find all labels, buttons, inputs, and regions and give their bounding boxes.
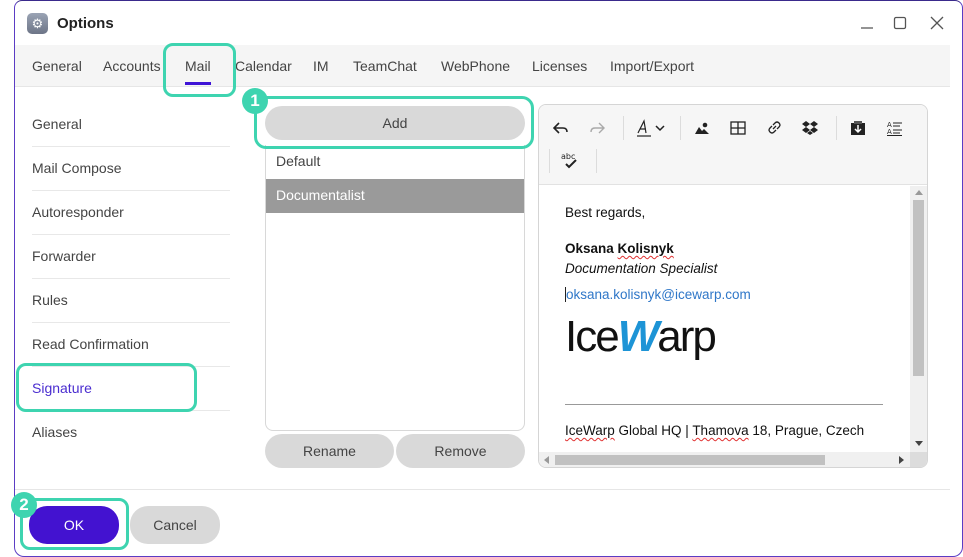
sidebar-item-aliases[interactable]: Aliases: [32, 411, 230, 455]
svg-text:abc: abc: [561, 152, 575, 161]
tab-calendar[interactable]: Calendar: [235, 58, 292, 74]
dropbox-icon: [802, 121, 818, 135]
step-badge-2: 2: [11, 492, 37, 518]
remove-button[interactable]: Remove: [396, 434, 525, 468]
insert-table-button[interactable]: [726, 116, 750, 140]
image-icon: [695, 122, 709, 134]
minimize-button[interactable]: [855, 11, 879, 35]
toolbar-separator: [596, 149, 597, 173]
archive-download-button[interactable]: [846, 116, 870, 140]
greeting-text: Best regards,: [565, 205, 646, 220]
font-color-dropdown[interactable]: [652, 116, 668, 140]
insert-image-button[interactable]: [690, 116, 714, 140]
sidebar-item-autoresponder[interactable]: Autoresponder: [32, 191, 230, 235]
maximize-button[interactable]: [888, 11, 912, 35]
title-bar: ⚙ Options: [15, 1, 962, 45]
dropbox-button[interactable]: [798, 116, 822, 140]
sidebar: General Mail Compose Autoresponder Forwa…: [32, 103, 230, 455]
gear-icon: ⚙: [27, 13, 48, 34]
toolbar-separator: [623, 116, 624, 140]
signature-email-link[interactable]: oksana.kolisnyk@icewarp.com: [565, 287, 751, 302]
toolbar-separator: [549, 149, 550, 173]
close-button[interactable]: [925, 11, 949, 35]
spellcheck-button[interactable]: abc: [558, 149, 582, 173]
toolbar-separator: [836, 116, 837, 140]
redo-button[interactable]: [585, 116, 609, 140]
sidebar-item-signature[interactable]: Signature: [32, 367, 230, 411]
undo-button[interactable]: [549, 116, 573, 140]
sidebar-item-forwarder[interactable]: Forwarder: [32, 235, 230, 279]
signature-divider: [565, 404, 883, 405]
tab-import-export[interactable]: Import/Export: [610, 58, 694, 74]
chevron-down-icon: [655, 125, 665, 132]
scroll-left-icon[interactable]: [544, 456, 549, 464]
step-badge-1: 1: [242, 88, 268, 114]
link-icon: [768, 121, 781, 134]
sidebar-item-read-confirmation[interactable]: Read Confirmation: [32, 323, 230, 367]
tab-webphone[interactable]: WebPhone: [441, 58, 510, 74]
svg-text:A: A: [887, 128, 892, 136]
text-format-button[interactable]: AA: [883, 116, 907, 140]
table-icon: [730, 121, 746, 135]
font-color-icon: [637, 119, 651, 137]
tab-mail[interactable]: Mail: [185, 58, 211, 85]
signature-name: Oksana Kolisnyk: [565, 241, 674, 256]
insert-link-button[interactable]: [762, 116, 786, 140]
signature-address: IceWarp Global HQ | Thamova 18, Prague, …: [565, 423, 865, 438]
tab-licenses[interactable]: Licenses: [532, 58, 587, 74]
tab-general[interactable]: General: [32, 58, 82, 74]
tab-accounts[interactable]: Accounts: [103, 58, 161, 74]
sidebar-item-general[interactable]: General: [32, 103, 230, 147]
text-format-icon: AA: [887, 121, 902, 136]
vertical-scrollbar[interactable]: [910, 186, 927, 452]
close-icon: [930, 16, 944, 30]
minimize-icon: [861, 27, 873, 29]
maximize-icon: [893, 16, 907, 30]
signature-role: Documentation Specialist: [565, 261, 718, 276]
editor-toolbar: AA abc: [539, 105, 927, 185]
undo-icon: [553, 122, 568, 134]
horizontal-scroll-thumb[interactable]: [555, 455, 825, 465]
ok-button[interactable]: OK: [29, 506, 119, 544]
scroll-up-icon[interactable]: [915, 190, 923, 195]
sidebar-item-mail-compose[interactable]: Mail Compose: [32, 147, 230, 191]
spellcheck-icon: abc: [561, 152, 577, 169]
window-title: Options: [57, 15, 114, 32]
toolbar-separator: [680, 116, 681, 140]
archive-download-icon: [851, 121, 865, 135]
scrollbar-corner: [910, 452, 927, 467]
options-dialog: ⚙ Options General Accounts Mail Calendar…: [14, 0, 963, 557]
icewarp-logo: IceWarp: [565, 312, 717, 361]
footer-divider: [15, 489, 950, 490]
add-signature-button[interactable]: Add: [265, 106, 525, 140]
redo-icon: [590, 122, 605, 134]
signature-list: Default Documentalist: [265, 145, 525, 431]
tab-im[interactable]: IM: [313, 58, 329, 74]
signature-editor: AA abc Best regards, Oksana Kolisnyk Doc…: [538, 104, 928, 468]
tab-teamchat[interactable]: TeamChat: [353, 58, 417, 74]
signature-item-documentalist[interactable]: Documentalist: [266, 179, 524, 213]
vertical-scroll-thumb[interactable]: [913, 200, 924, 376]
sidebar-item-rules[interactable]: Rules: [32, 279, 230, 323]
scroll-down-icon[interactable]: [915, 441, 923, 446]
horizontal-scrollbar[interactable]: [539, 452, 912, 467]
tab-bar: General Accounts Mail Calendar IM TeamCh…: [15, 45, 950, 87]
cancel-button[interactable]: Cancel: [130, 506, 220, 544]
signature-item-default[interactable]: Default: [266, 145, 524, 179]
rename-button[interactable]: Rename: [265, 434, 394, 468]
scroll-right-icon[interactable]: [899, 456, 904, 464]
